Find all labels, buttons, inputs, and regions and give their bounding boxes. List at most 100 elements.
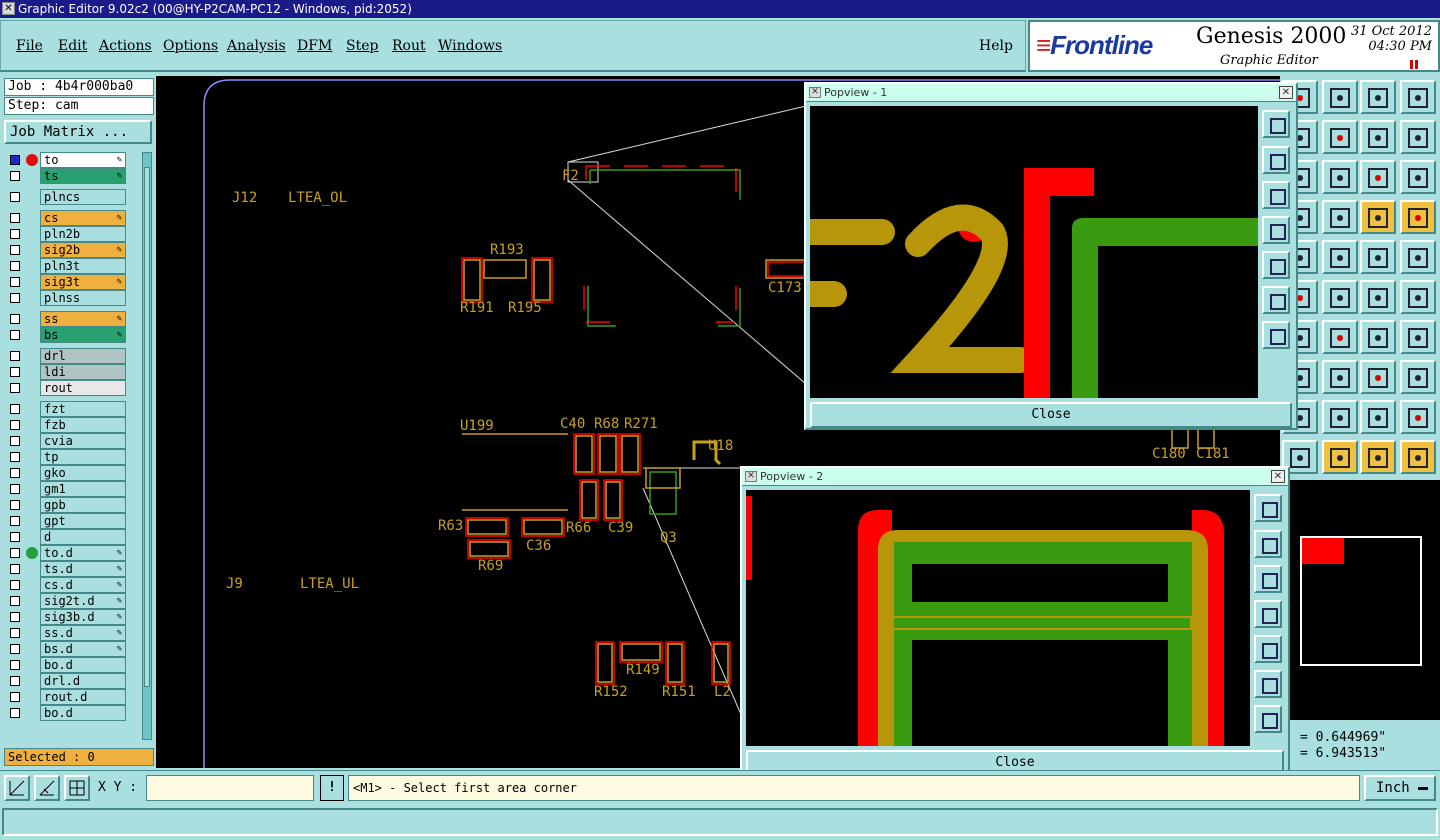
- menu-windows[interactable]: Windows: [438, 38, 502, 54]
- layer-name[interactable]: gm1: [40, 481, 126, 497]
- menu-step[interactable]: Step: [346, 38, 378, 54]
- pan-down-icon[interactable]: [1254, 565, 1282, 593]
- layer-checkbox[interactable]: [10, 351, 20, 361]
- layer-row-plnss[interactable]: plnss: [4, 290, 140, 306]
- layer-row-bs-d[interactable]: bs.d ✎: [4, 641, 140, 657]
- layer-checkbox[interactable]: [10, 500, 20, 510]
- home-icon[interactable]: [1360, 80, 1396, 114]
- overview-map[interactable]: [1290, 480, 1440, 720]
- layer-checkbox[interactable]: [10, 367, 20, 377]
- layer-name[interactable]: rout: [40, 380, 126, 396]
- measure-icon[interactable]: [34, 775, 60, 801]
- layer-name[interactable]: sig2b ✎: [40, 242, 126, 258]
- pointer-c-icon[interactable]: [1360, 440, 1396, 474]
- center-icon[interactable]: [1322, 160, 1358, 194]
- layer-name[interactable]: gko: [40, 465, 126, 481]
- display-a-icon[interactable]: [1360, 200, 1396, 234]
- window-menu-icon[interactable]: ✕: [2, 2, 15, 15]
- dimension-icon[interactable]: [1322, 360, 1358, 394]
- layer-checkbox[interactable]: [10, 293, 20, 303]
- route-icon[interactable]: [1322, 240, 1358, 274]
- layer-name[interactable]: ts.d ✎: [40, 561, 126, 577]
- triangle-d-icon[interactable]: [1400, 400, 1436, 434]
- popview-2-view[interactable]: [746, 490, 1250, 746]
- layer-row-rout-d[interactable]: rout.d: [4, 689, 140, 705]
- layer-name[interactable]: rout.d: [40, 689, 126, 705]
- layer-name[interactable]: fzt: [40, 401, 126, 417]
- layer-name[interactable]: plncs: [40, 189, 126, 205]
- zoom-in-icon[interactable]: [1254, 705, 1282, 733]
- layer-row-sig2b[interactable]: sig2b ✎: [4, 242, 140, 258]
- zoom-box-icon[interactable]: [4, 775, 30, 801]
- display-b-icon[interactable]: [1400, 200, 1436, 234]
- layer-row-tp[interactable]: tp: [4, 449, 140, 465]
- layer-name[interactable]: fzb: [40, 417, 126, 433]
- layer-checkbox[interactable]: [10, 532, 20, 542]
- layer-name[interactable]: sig3b.d ✎: [40, 609, 126, 625]
- popview-2-close-icon[interactable]: ✕: [1271, 470, 1285, 483]
- layer-checkbox[interactable]: [10, 420, 20, 430]
- menu-dfm[interactable]: DFM: [297, 38, 332, 54]
- popview-menu-icon[interactable]: ✕: [745, 471, 757, 482]
- pause-icon[interactable]: [1410, 60, 1418, 69]
- layer-name[interactable]: tp: [40, 449, 126, 465]
- zoom-fit-icon[interactable]: [1322, 80, 1358, 114]
- layer-display-dot[interactable]: [26, 547, 38, 559]
- popview-1-close-icon[interactable]: ✕: [1279, 86, 1293, 99]
- layer-name[interactable]: bo.d: [40, 657, 126, 673]
- rotate-icon[interactable]: [1360, 320, 1396, 354]
- zoom-in-icon[interactable]: [1262, 321, 1290, 349]
- layer-row-rout[interactable]: rout: [4, 380, 140, 396]
- pan-up-icon[interactable]: [1262, 146, 1290, 174]
- layer-checkbox[interactable]: [10, 644, 20, 654]
- layer-checkbox[interactable]: [10, 245, 20, 255]
- layer-checkbox[interactable]: [10, 596, 20, 606]
- split-view-icon[interactable]: [1400, 80, 1436, 114]
- layer-checkbox[interactable]: [10, 516, 20, 526]
- layer-checkbox[interactable]: [10, 548, 20, 558]
- layer-checkbox[interactable]: [10, 277, 20, 287]
- layer-checkbox[interactable]: [10, 628, 20, 638]
- layer-checkbox[interactable]: [10, 676, 20, 686]
- layer-checkbox[interactable]: [10, 660, 20, 670]
- alert-icon[interactable]: !: [320, 775, 344, 801]
- pan-left-icon[interactable]: [1262, 216, 1290, 244]
- layer-row-gpb[interactable]: gpb: [4, 497, 140, 513]
- layer-row-sig3b-d[interactable]: sig3b.d ✎: [4, 609, 140, 625]
- layer-row-cs-d[interactable]: cs.d ✎: [4, 577, 140, 593]
- layer-name[interactable]: sig2t.d ✎: [40, 593, 126, 609]
- layer-row-drl[interactable]: drl: [4, 348, 140, 364]
- layer-checkbox[interactable]: [10, 192, 20, 202]
- layer-row-gpt[interactable]: gpt: [4, 513, 140, 529]
- layer-name[interactable]: bs.d ✎: [40, 641, 126, 657]
- arc-icon[interactable]: [1322, 320, 1358, 354]
- layer-name[interactable]: gpb: [40, 497, 126, 513]
- layer-name[interactable]: drl.d: [40, 673, 126, 689]
- layer-checkbox[interactable]: [10, 383, 20, 393]
- layer-row-d[interactable]: d: [4, 529, 140, 545]
- ruler-icon[interactable]: [1360, 240, 1396, 274]
- menu-edit[interactable]: Edit: [58, 38, 87, 54]
- popview-1-title-bar[interactable]: ✕ Popview - 1 ✕: [806, 84, 1296, 102]
- menu-actions[interactable]: Actions: [99, 38, 152, 54]
- popview-menu-icon[interactable]: ✕: [809, 87, 821, 98]
- zoom-out-icon[interactable]: [1254, 670, 1282, 698]
- layer-name[interactable]: ss.d ✎: [40, 625, 126, 641]
- layer-checkbox[interactable]: [10, 171, 20, 181]
- delete-icon[interactable]: [1322, 280, 1358, 314]
- layer-checkbox[interactable]: [10, 564, 20, 574]
- pointer-d-icon[interactable]: [1400, 440, 1436, 474]
- layer-checkbox[interactable]: [10, 155, 20, 165]
- layer-name[interactable]: pln2b: [40, 226, 126, 242]
- add-point-icon[interactable]: [1400, 280, 1436, 314]
- layer-checkbox[interactable]: [10, 612, 20, 622]
- scrollbar-thumb[interactable]: [144, 167, 150, 687]
- triangle-b-icon[interactable]: [1322, 400, 1358, 434]
- pointer-b-icon[interactable]: [1322, 440, 1358, 474]
- stretch-icon[interactable]: [1400, 360, 1436, 394]
- layer-row-ss-d[interactable]: ss.d ✎: [4, 625, 140, 641]
- layer-checkbox[interactable]: [10, 404, 20, 414]
- pan-up-icon[interactable]: [1254, 530, 1282, 558]
- layer-row-bo-d[interactable]: bo.d: [4, 705, 140, 721]
- layer-name[interactable]: cs.d ✎: [40, 577, 126, 593]
